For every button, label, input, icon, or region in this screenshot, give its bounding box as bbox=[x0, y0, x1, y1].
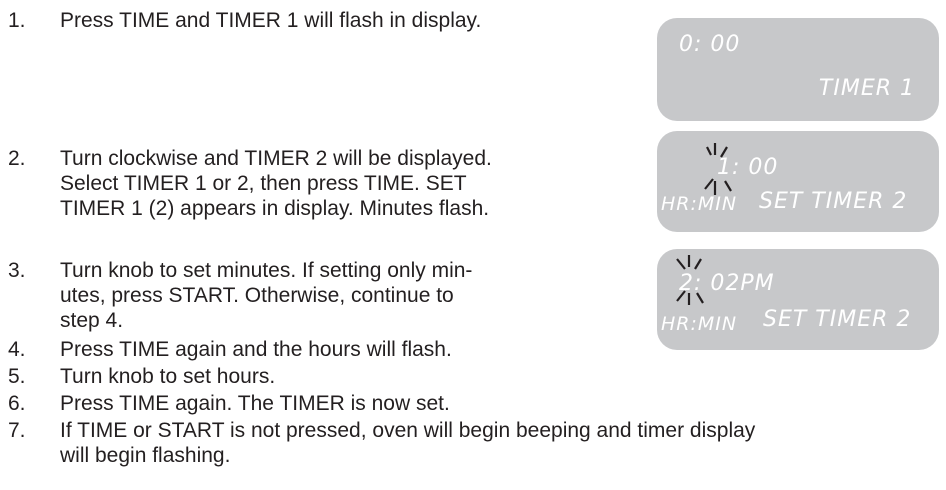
display-panel-3: 2: 02PM HR:MIN SET TIMER 2 bbox=[657, 249, 939, 350]
step-text: Turn knob to set hours. bbox=[60, 365, 276, 388]
step-text: Press TIME again. The TIMER is now set. bbox=[60, 392, 450, 415]
flash-indicator-icon bbox=[704, 143, 732, 195]
step-number: 7. bbox=[8, 419, 26, 442]
display-time: 0: 00 bbox=[679, 32, 741, 57]
display-unit: HR:MIN bbox=[661, 313, 738, 335]
step-text: If TIME or START is not pressed, oven wi… bbox=[60, 419, 756, 442]
display-panel-2: 1: 00 HR:MIN SET TIMER 2 bbox=[657, 131, 939, 232]
step-number: 4. bbox=[8, 338, 26, 361]
step-text: step 4. bbox=[60, 309, 124, 332]
step-text: will begin flashing. bbox=[60, 444, 231, 467]
step-number: 3. bbox=[8, 259, 26, 282]
step-text: Press TIME and TIMER 1 will flash in dis… bbox=[60, 9, 482, 32]
step-number: 2. bbox=[8, 147, 26, 170]
step-number: 6. bbox=[8, 392, 26, 415]
step-number: 5. bbox=[8, 365, 26, 388]
step-number: 1. bbox=[8, 9, 26, 32]
display-label: SET TIMER 2 bbox=[763, 307, 912, 332]
step-text: Select TIMER 1 or 2, then press TIME. SE… bbox=[60, 172, 467, 195]
display-label: SET TIMER 2 bbox=[759, 189, 908, 214]
flash-indicator-icon bbox=[676, 255, 704, 305]
display-panel-1: 0: 00 TIMER 1 bbox=[657, 18, 939, 121]
step-text: Press TIME again and the hours will flas… bbox=[60, 338, 452, 361]
display-label: TIMER 1 bbox=[818, 76, 915, 101]
display-unit: HR:MIN bbox=[661, 193, 738, 215]
step-text: TIMER 1 (2) appears in display. Minutes … bbox=[60, 197, 490, 220]
step-text: utes, press START. Otherwise, continue t… bbox=[60, 284, 454, 307]
step-text: Turn knob to set minutes. If setting onl… bbox=[60, 259, 473, 282]
step-text: Turn clockwise and TIMER 2 will be displ… bbox=[60, 147, 492, 170]
